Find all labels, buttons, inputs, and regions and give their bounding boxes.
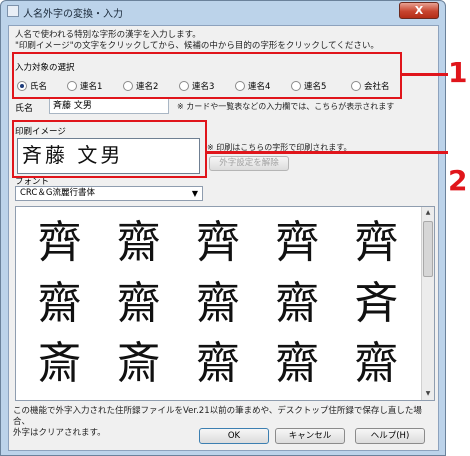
candidate-glyph[interactable]: 齋: [258, 274, 337, 335]
candidate-glyph[interactable]: 齋: [258, 334, 337, 395]
candidate-glyph[interactable]: 斉: [337, 274, 416, 335]
app-icon: [7, 5, 19, 17]
candidate-glyph[interactable]: 齊: [258, 213, 337, 274]
scroll-up-icon[interactable]: ▲: [422, 207, 434, 219]
callout-line-2: [207, 151, 448, 154]
font-select[interactable]: CRC＆G流麗行書体 ▼: [15, 186, 203, 201]
scroll-thumb[interactable]: [423, 221, 433, 277]
candidate-pane: 齊 齋 齊 齊 齊 齋 齋 齋 齋 斉 斎 斎 齋 齋 齋 ▲ ▼: [15, 206, 435, 401]
instruction-line-1: 人名で使われる特別な字形の漢字を入力します。: [15, 30, 201, 40]
name-label: 氏名: [15, 104, 34, 114]
scroll-down-icon[interactable]: ▼: [422, 388, 434, 400]
callout-line-1: [402, 73, 448, 76]
candidate-glyph[interactable]: 齋: [337, 334, 416, 395]
callout-number-1: 1: [448, 56, 468, 89]
candidate-glyph[interactable]: 齊: [178, 213, 257, 274]
candidate-glyph[interactable]: 齊: [337, 213, 416, 274]
window-title: 人名外字の変換・入力: [23, 9, 123, 20]
candidate-grid: 齊 齋 齊 齊 齊 齋 齋 齋 齋 斉 斎 斎 齋 齋 齋: [20, 213, 416, 395]
candidate-glyph[interactable]: 齋: [178, 274, 257, 335]
callout-box-2: [12, 120, 207, 178]
candidate-glyph[interactable]: 齋: [99, 274, 178, 335]
candidate-glyph[interactable]: 斎: [99, 334, 178, 395]
chevron-down-icon: ▼: [191, 189, 198, 198]
name-field[interactable]: 斉藤 文男: [49, 98, 169, 114]
candidate-glyph[interactable]: 齋: [178, 334, 257, 395]
candidate-glyph[interactable]: 斎: [20, 334, 99, 395]
candidate-glyph[interactable]: 齊: [20, 213, 99, 274]
candidate-glyph[interactable]: 齋: [99, 213, 178, 274]
help-button[interactable]: ヘルプ(H): [355, 428, 425, 444]
instruction-line-2: "印刷イメージ"の文字をクリックしてから、候補の中から目的の字形をクリックしてく…: [15, 41, 379, 51]
callout-number-2: 2: [448, 164, 468, 197]
candidate-glyph[interactable]: 齋: [20, 274, 99, 335]
footer-note-line-1: この機能で外字入力された住所録ファイルをVer.21以前の筆まめや、デスクトップ…: [13, 406, 422, 427]
name-note: ※ カードや一覧表などの入力欄では、こちらが表示されます: [177, 102, 395, 111]
cancel-button[interactable]: キャンセル: [275, 428, 345, 444]
vertical-scrollbar[interactable]: ▲ ▼: [421, 207, 434, 400]
font-select-value: CRC＆G流麗行書体: [20, 188, 95, 198]
ok-button[interactable]: OK: [199, 428, 269, 444]
callout-box-1: [12, 52, 402, 99]
title-bar[interactable]: 人名外字の変換・入力 X: [1, 1, 445, 23]
close-button[interactable]: X: [399, 2, 439, 19]
instructions: 人名で使われる特別な字形の漢字を入力します。 "印刷イメージ"の文字をクリックし…: [15, 30, 379, 52]
release-gaiji-button[interactable]: 外字設定を解除: [209, 156, 289, 171]
